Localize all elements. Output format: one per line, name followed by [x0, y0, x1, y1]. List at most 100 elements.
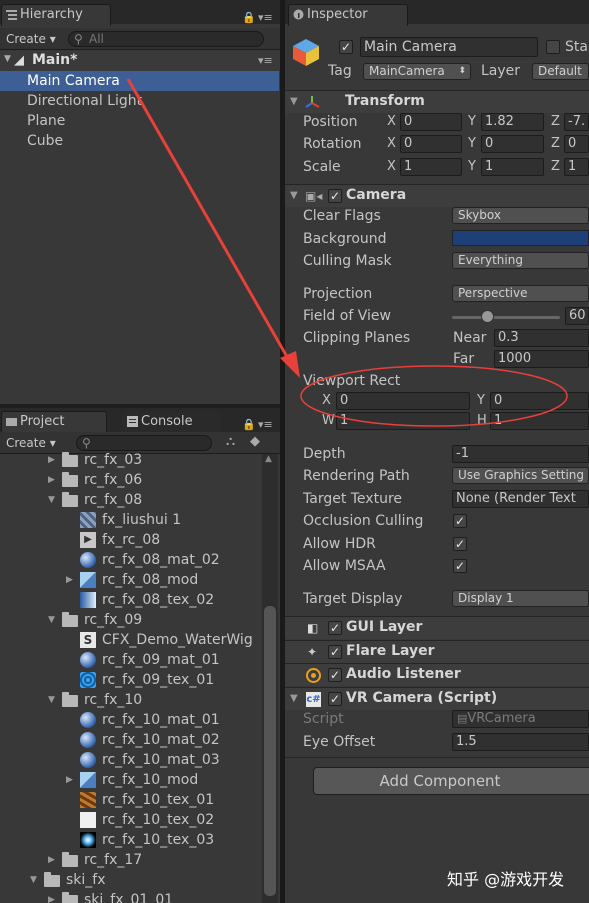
rotation-y-field[interactable]: 0: [481, 135, 544, 153]
position-x-label: X: [387, 114, 396, 129]
camera-icon: ▣◂: [305, 189, 323, 203]
occlusion-culling-checkbox[interactable]: ✓: [453, 514, 467, 528]
create-label: Create: [6, 32, 46, 46]
tab-inspector-label: Inspector: [307, 7, 368, 22]
viewport-h-field[interactable]: 1: [490, 412, 589, 430]
tab-console[interactable]: Console: [122, 411, 222, 433]
hierarchy-item-cube[interactable]: Cube: [0, 131, 279, 151]
collapsed-triangle-icon[interactable]: ▶: [48, 470, 58, 490]
eye-offset-field[interactable]: 1.5: [452, 733, 589, 751]
scroll-up-arrow[interactable]: ▲: [265, 454, 272, 464]
object-name-field[interactable]: Main Camera: [360, 37, 538, 57]
panel-menu-icon[interactable]: ▾≡: [258, 11, 273, 24]
folder-icon: [62, 612, 78, 627]
audio-listener-title: Audio Listener: [346, 666, 461, 682]
collapsed-triangle-icon[interactable]: ▶: [66, 770, 76, 790]
allow-hdr-checkbox[interactable]: ✓: [453, 537, 467, 551]
project-search-input[interactable]: ⚲: [76, 435, 212, 451]
add-component-button[interactable]: Add Component: [313, 767, 589, 795]
target-texture-field[interactable]: None (Render Text: [452, 490, 589, 508]
far-field[interactable]: 1000: [494, 350, 589, 368]
tag-value: MainCamera: [369, 64, 445, 78]
folder-icon: [62, 492, 78, 507]
vr-camera-checkbox[interactable]: ✓: [328, 692, 342, 706]
tab-inspector[interactable]: Inspector: [288, 4, 408, 26]
filter-by-label-icon[interactable]: ◆: [250, 434, 260, 449]
collapsed-triangle-icon[interactable]: ▶: [48, 450, 58, 470]
create-dropdown[interactable]: Create ▾: [2, 31, 60, 48]
expanded-triangle-icon[interactable]: ▼: [48, 690, 58, 710]
project-lock-icon[interactable]: 🔒: [242, 418, 256, 431]
expanded-triangle-icon[interactable]: ▼: [48, 610, 58, 630]
depth-label: Depth: [303, 446, 346, 462]
position-z-field[interactable]: -7.: [564, 113, 589, 131]
layer-dropdown[interactable]: Default: [532, 63, 589, 80]
object-active-checkbox[interactable]: ✓: [339, 40, 353, 54]
vr-camera-header[interactable]: ▼ c# ✓ VR Camera (Script): [285, 687, 589, 710]
flare-layer-checkbox[interactable]: ✓: [328, 645, 342, 659]
depth-field[interactable]: -1: [452, 445, 589, 463]
background-label: Background: [303, 231, 387, 247]
camera-enabled-checkbox[interactable]: ✓: [328, 189, 342, 203]
hierarchy-search-input[interactable]: ⚲ All: [68, 31, 264, 47]
collapsed-triangle-icon[interactable]: ▶: [48, 890, 58, 903]
lock-icon[interactable]: 🔒: [242, 11, 256, 24]
unity-scene-icon: ◢: [14, 53, 24, 68]
audio-listener-checkbox[interactable]: ✓: [328, 668, 342, 682]
fov-field[interactable]: 60: [565, 307, 589, 325]
clear-flags-dropdown[interactable]: Skybox: [452, 207, 589, 224]
culling-mask-dropdown[interactable]: Everything: [452, 252, 589, 269]
project-item-label: ski_fx_01_01: [84, 892, 174, 903]
tag-dropdown[interactable]: MainCamera ⬍: [363, 63, 471, 80]
expanded-triangle-icon[interactable]: ▼: [30, 870, 40, 890]
allow-msaa-checkbox[interactable]: ✓: [453, 559, 467, 573]
fov-slider-track[interactable]: [452, 316, 560, 319]
flare-layer-header[interactable]: ✦ ✓ Flare Layer: [285, 640, 589, 663]
rotation-x-field[interactable]: 0: [400, 135, 462, 153]
texture-icon: [80, 592, 96, 608]
collapsed-triangle-icon[interactable]: ▶: [48, 850, 58, 870]
scale-y-label: Y: [468, 159, 476, 174]
viewport-y-field[interactable]: 0: [490, 392, 589, 410]
viewport-x-field[interactable]: 0: [336, 392, 470, 410]
tab-project[interactable]: Project: [1, 411, 107, 433]
folder-icon: [62, 892, 78, 903]
scale-y-field[interactable]: 1: [481, 158, 544, 176]
camera-header[interactable]: ▼ ▣◂ ✓ Camera: [285, 184, 589, 207]
scene-menu-icon[interactable]: ▾≡: [258, 54, 273, 67]
target-display-dropdown[interactable]: Display 1: [452, 590, 589, 607]
scale-z-field[interactable]: 1: [564, 158, 589, 176]
collapsed-triangle-icon[interactable]: ▶: [66, 570, 76, 590]
background-color-swatch[interactable]: [452, 230, 589, 246]
rotation-z-field[interactable]: 0: [564, 135, 589, 153]
project-panel-menu-icon[interactable]: ▾≡: [258, 418, 273, 431]
tab-hierarchy[interactable]: Hierarchy: [1, 4, 111, 26]
hierarchy-item-directional-light[interactable]: Directional Light: [0, 91, 279, 111]
gui-layer-checkbox[interactable]: ✓: [328, 621, 342, 635]
rendering-path-dropdown[interactable]: Use Graphics Setting: [452, 467, 589, 484]
near-field[interactable]: 0.3: [494, 329, 589, 347]
projection-dropdown[interactable]: Perspective: [452, 285, 589, 302]
viewport-w-field[interactable]: 1: [336, 412, 470, 430]
project-scrollbar[interactable]: ▲: [262, 454, 278, 903]
gui-layer-header[interactable]: ◧ ✓ GUI Layer: [285, 616, 589, 639]
fov-slider-thumb[interactable]: [481, 310, 494, 323]
position-x-field[interactable]: 0: [400, 113, 462, 131]
transform-header[interactable]: ▼ Transform: [285, 90, 589, 113]
audio-listener-header[interactable]: ✓ Audio Listener: [285, 663, 589, 686]
static-checkbox[interactable]: [546, 40, 560, 54]
scene-header[interactable]: ▼ ◢ Main* ▾≡: [0, 51, 280, 71]
expanded-triangle-icon[interactable]: ▼: [48, 490, 58, 510]
target-display-label: Target Display: [303, 591, 403, 607]
filter-by-type-icon[interactable]: ⛬: [226, 434, 235, 449]
texture-icon: [80, 512, 96, 528]
position-y-field[interactable]: 1.82: [481, 113, 544, 131]
flare-layer-title: Flare Layer: [346, 643, 435, 659]
hierarchy-item-plane[interactable]: Plane: [0, 111, 279, 131]
folder-icon: [62, 852, 78, 867]
project-item-label: rc_fx_17: [84, 852, 143, 868]
scrollbar-thumb[interactable]: [264, 606, 276, 896]
scale-x-field[interactable]: 1: [400, 158, 462, 176]
viewport-rect-label: Viewport Rect: [303, 373, 401, 389]
hierarchy-item-main-camera[interactable]: Main Camera: [0, 71, 279, 91]
